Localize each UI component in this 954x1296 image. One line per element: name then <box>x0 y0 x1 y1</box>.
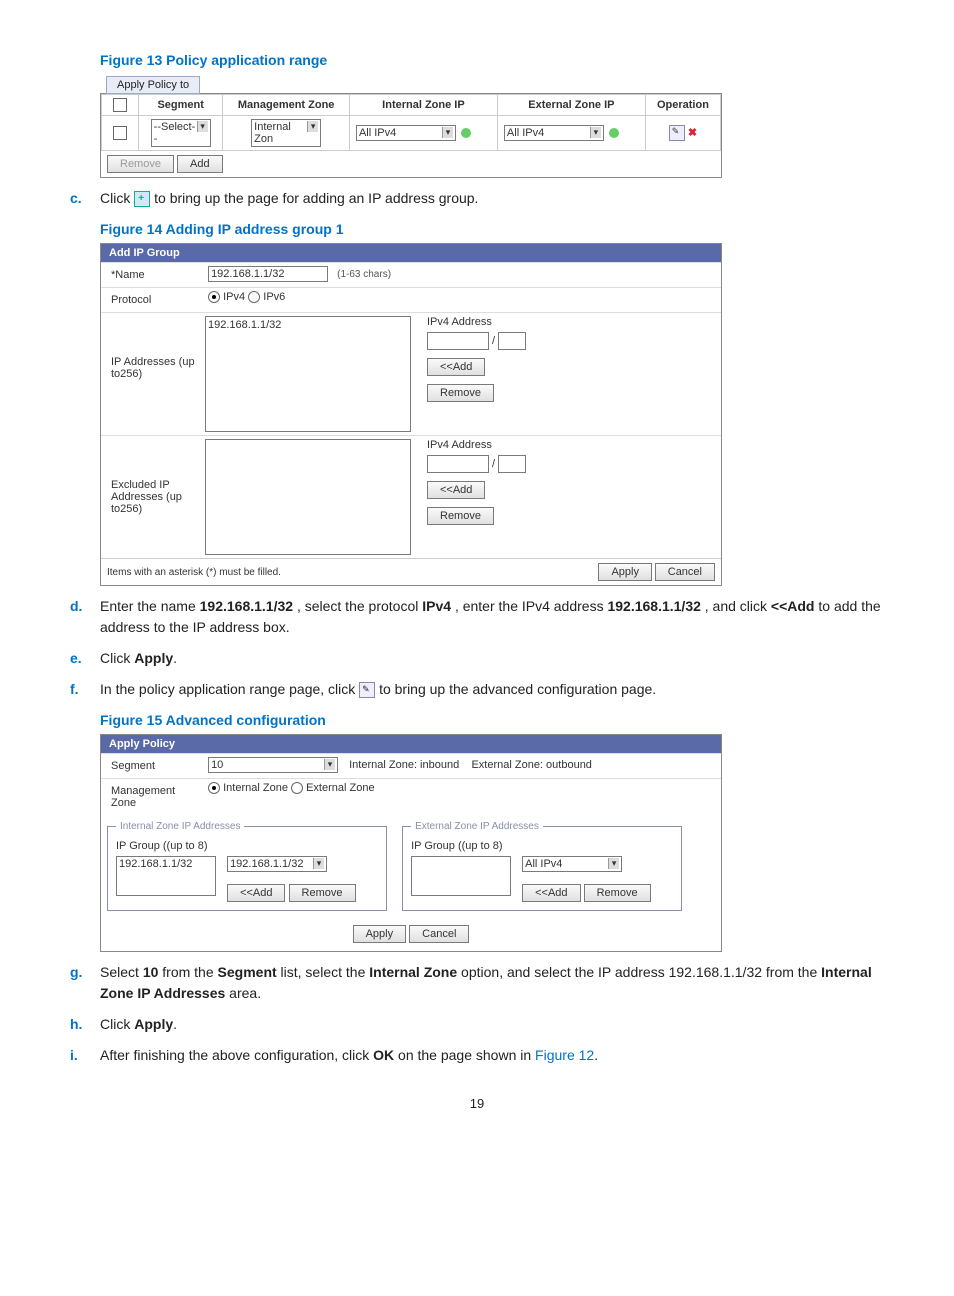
step-marker: c. <box>70 188 94 209</box>
add-ip-button[interactable]: <<Add <box>427 358 485 376</box>
name-label: *Name <box>107 266 205 284</box>
cancel-button[interactable]: Cancel <box>655 563 715 581</box>
col-internal-ip: Internal Zone IP <box>349 95 497 116</box>
external-zone-radio[interactable] <box>291 782 303 794</box>
step-d: d. Enter the name 192.168.1.1/32 , selec… <box>70 596 884 638</box>
figure-14-caption: Figure 14 Adding IP address group 1 <box>100 221 884 237</box>
internal-zone-fieldset: Internal Zone IP Addresses IP Group ((up… <box>107 821 387 911</box>
edit-icon <box>359 682 375 698</box>
apply-policy-panel: Apply Policy Segment 10 Internal Zone: i… <box>100 734 722 952</box>
external-legend: External Zone IP Addresses <box>411 821 543 832</box>
zone-info: External Zone: outbound <box>471 759 591 771</box>
select-all-checkbox[interactable] <box>113 98 127 112</box>
ipv4-input[interactable] <box>427 332 489 350</box>
apply-button[interactable]: Apply <box>598 563 652 581</box>
external-ip-select[interactable]: All IPv4 <box>504 125 604 141</box>
external-add-button[interactable]: <<Add <box>522 884 580 902</box>
cancel-button[interactable]: Cancel <box>409 925 469 943</box>
delete-icon[interactable]: ✖ <box>688 127 697 139</box>
segment-label: Segment <box>107 757 205 775</box>
step-text: Click <box>100 190 134 206</box>
ipv6-label: IPv6 <box>263 291 285 303</box>
name-input[interactable]: 192.168.1.1/32 <box>208 266 328 282</box>
protocol-label: Protocol <box>107 291 205 309</box>
remove-excl-button[interactable]: Remove <box>427 507 494 525</box>
internal-remove-button[interactable]: Remove <box>289 884 356 902</box>
panel-title: Add IP Group <box>101 244 721 262</box>
figure-15-caption: Figure 15 Advanced configuration <box>100 712 884 728</box>
panel-title: Apply Policy <box>101 735 721 753</box>
name-hint: (1-63 chars) <box>337 269 391 280</box>
segment-select[interactable]: --Select-- <box>151 119 211 147</box>
internal-legend: Internal Zone IP Addresses <box>116 821 244 832</box>
zone-info: Internal Zone: inbound <box>349 759 459 771</box>
remove-ip-button[interactable]: Remove <box>427 384 494 402</box>
remove-button[interactable]: Remove <box>107 155 174 173</box>
external-zone-fieldset: External Zone IP Addresses IP Group ((up… <box>402 821 682 911</box>
step-f: f. In the policy application range page,… <box>70 679 884 700</box>
segment-select[interactable]: 10 <box>208 757 338 773</box>
external-remove-button[interactable]: Remove <box>584 884 651 902</box>
required-note: Items with an asterisk (*) must be fille… <box>107 567 281 578</box>
ip-group-label: IP Group ((up to 8) <box>411 840 673 852</box>
add-excl-button[interactable]: <<Add <box>427 481 485 499</box>
add-icon <box>134 191 150 207</box>
excl-ipv4-input[interactable] <box>427 455 489 473</box>
external-ip-select[interactable]: All IPv4 <box>522 856 622 872</box>
excl-ipv4-prefix-input[interactable] <box>498 455 526 473</box>
figure-13-caption: Figure 13 Policy application range <box>100 52 884 68</box>
step-i: i. After finishing the above configurati… <box>70 1045 884 1066</box>
col-operation: Operation <box>645 95 720 116</box>
ip-group-label: IP Group ((up to 8) <box>116 840 378 852</box>
ipv4-label: IPv4 <box>223 291 245 303</box>
table-row: --Select-- Internal Zon All IPv4 All IPv… <box>102 116 721 151</box>
excluded-ip-label: Excluded IP Addresses (up to256) <box>107 439 205 518</box>
mgmt-zone-label: Management Zone <box>107 782 205 812</box>
internal-ip-select[interactable]: All IPv4 <box>356 125 456 141</box>
internal-add-button[interactable]: <<Add <box>227 884 285 902</box>
internal-ip-listbox[interactable]: 192.168.1.1/32 <box>116 856 216 896</box>
ipv4-prefix-input[interactable] <box>498 332 526 350</box>
step-c: c. Click to bring up the page for adding… <box>70 188 884 209</box>
apply-policy-to-tab[interactable]: Apply Policy to <box>106 76 200 94</box>
external-ip-listbox[interactable] <box>411 856 511 896</box>
edit-icon[interactable] <box>669 125 685 141</box>
row-checkbox[interactable] <box>113 126 127 140</box>
internal-zone-radio[interactable] <box>208 782 220 794</box>
ipv4-address-label: IPv4 Address <box>427 439 526 451</box>
mgmt-zone-select[interactable]: Internal Zon <box>251 119 321 147</box>
add-button[interactable]: Add <box>177 155 223 173</box>
internal-ip-select[interactable]: 192.168.1.1/32 <box>227 856 327 872</box>
step-g: g. Select 10 from the Segment list, sele… <box>70 962 884 1004</box>
figure-12-link[interactable]: Figure 12 <box>535 1047 594 1063</box>
step-text: to bring up the page for adding an IP ad… <box>154 190 478 206</box>
policy-range-table: Segment Management Zone Internal Zone IP… <box>101 94 721 151</box>
ip-addresses-listbox[interactable]: 192.168.1.1/32 <box>205 316 411 432</box>
add-internal-ip-icon[interactable] <box>461 128 471 138</box>
ipv4-radio[interactable] <box>208 291 220 303</box>
ip-addresses-label: IP Addresses (up to256) <box>107 316 205 383</box>
external-zone-label: External Zone <box>306 782 374 794</box>
col-external-ip: External Zone IP <box>497 95 645 116</box>
step-e: e. Click Apply. <box>70 648 884 669</box>
apply-button[interactable]: Apply <box>353 925 407 943</box>
excluded-ip-listbox[interactable] <box>205 439 411 555</box>
add-ip-group-panel: Add IP Group *Name 192.168.1.1/32 (1-63 … <box>100 243 722 586</box>
ipv4-address-label: IPv4 Address <box>427 316 526 328</box>
col-mgmt-zone: Management Zone <box>223 95 350 116</box>
col-segment: Segment <box>139 95 223 116</box>
ipv6-radio[interactable] <box>248 291 260 303</box>
page-number: 19 <box>70 1096 884 1111</box>
step-h: h. Click Apply. <box>70 1014 884 1035</box>
add-external-ip-icon[interactable] <box>609 128 619 138</box>
internal-zone-label: Internal Zone <box>223 782 288 794</box>
